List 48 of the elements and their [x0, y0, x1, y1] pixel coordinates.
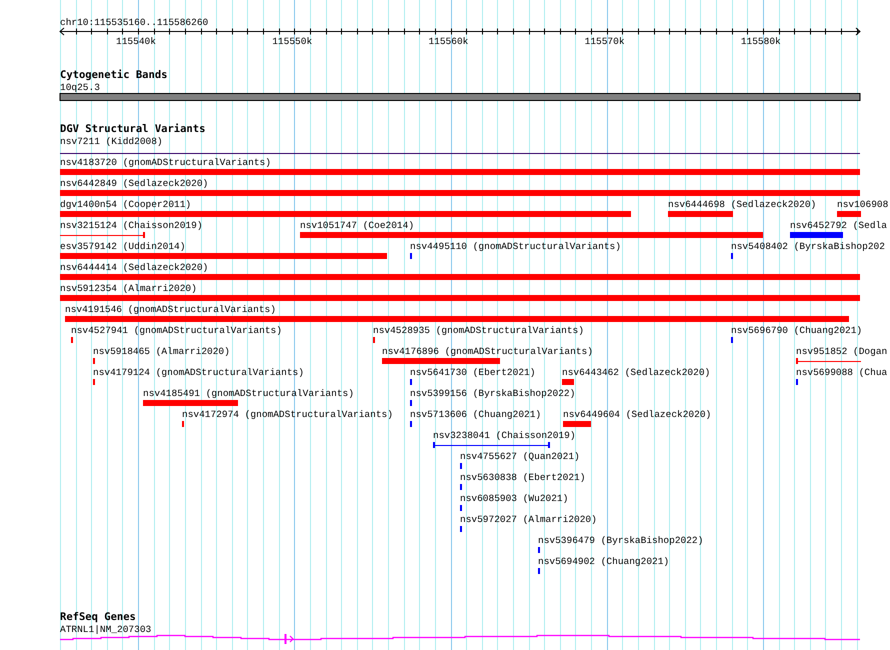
variant-label: nsv1051747 (Coe2014) — [300, 220, 414, 231]
variant-label: nsv5694902 (Chuang2021) — [538, 556, 670, 567]
variant-label: nsv4176896 (gnomADStructuralVariants) — [382, 346, 593, 357]
gene-label: ATRNL1|NM_207303 — [60, 624, 152, 635]
variant-label: nsv106908 — [837, 199, 888, 210]
band-label: 10q25.3 — [60, 82, 100, 93]
variant-label: nsv5396479 (ByrskaBishop2022) — [538, 535, 704, 546]
variant-label: nsv7211 (Kidd2008) — [60, 136, 163, 147]
variant-label: nsv6443462 (Sedlazeck2020) — [562, 367, 710, 378]
variant-label: nsv5399156 (ByrskaBishop2022) — [410, 388, 576, 399]
tick-label: 115570k — [584, 36, 625, 47]
variant-label: nsv5972027 (Almarri2020) — [460, 514, 597, 525]
variant-label: nsv4179124 (gnomADStructuralVariants) — [93, 367, 304, 378]
tick-label: 115580k — [740, 36, 781, 47]
location-label: chr10:115535160..115586260 — [60, 17, 208, 28]
variant-label: nsv6444698 (Sedlazeck2020) — [668, 199, 816, 210]
variant-label: nsv4183720 (gnomADStructuralVariants) — [60, 157, 271, 168]
variant-label: nsv5912354 (Almarri2020) — [60, 283, 197, 294]
tick-label: 115560k — [428, 36, 468, 47]
variant-label: nsv3238041 (Chaisson2019) — [433, 430, 576, 441]
variant-label: nsv5918465 (Almarri2020) — [93, 346, 230, 357]
variant-label: nsv4755627 (Quan2021) — [460, 451, 580, 462]
variant-label: esv3579142 (Uddin2014) — [60, 241, 186, 252]
variant-label: nsv4527941 (gnomADStructuralVariants) — [71, 325, 282, 336]
variant-label: nsv6085903 (Wu2021) — [460, 493, 568, 504]
variant-label: nsv5408402 (ByrskaBishop202 — [731, 241, 885, 252]
variant-label: dgv1400n54 (Cooper2011) — [60, 199, 192, 210]
variant-label: nsv4528935 (gnomADStructuralVariants) — [373, 325, 584, 336]
track-title: DGV Structural Variants — [60, 123, 206, 135]
variant-label: nsv6442849 (Sedlazeck2020) — [60, 178, 208, 189]
variant-label: nsv4185491 (gnomADStructuralVariants) — [143, 388, 354, 399]
variant-label: nsv6444414 (Sedlazeck2020) — [60, 262, 208, 273]
variant-label: nsv5713606 (Chuang2021) — [410, 409, 542, 420]
variant-label: nsv6449604 (Sedlazeck2020) — [563, 409, 712, 420]
variant-label: nsv4191546 (gnomADStructuralVariants) — [65, 304, 276, 315]
variant-label: nsv951852 (Dogan — [796, 346, 888, 357]
variant-label: nsv3215124 (Chaisson2019) — [60, 220, 203, 231]
track-title: Cytogenetic Bands — [60, 69, 168, 81]
variant-label: nsv4172974 (gnomADStructuralVariants) — [182, 409, 393, 420]
variant-label: nsv4495110 (gnomADStructuralVariants) — [410, 241, 621, 252]
variant-label: nsv5630838 (Ebert2021) — [460, 472, 586, 483]
tick-label: 115540k — [116, 36, 156, 47]
tick-label: 115550k — [272, 36, 312, 47]
variant-label: nsv6452792 (Sedla — [790, 220, 887, 231]
variant-label: nsv5641730 (Ebert2021) — [410, 367, 536, 378]
variant-label: nsv5696790 (Chuang2021) — [731, 325, 862, 336]
track-title: RefSeq Genes — [60, 611, 136, 623]
variant-label: nsv5699088 (Chua — [796, 367, 888, 378]
